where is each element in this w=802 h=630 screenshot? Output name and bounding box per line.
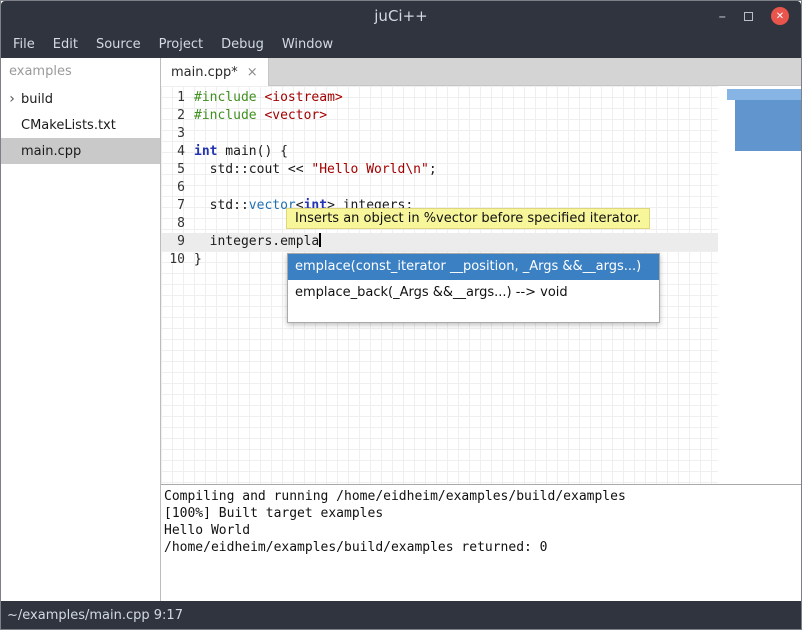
code-line-9[interactable]: 9 integers.empla xyxy=(161,233,718,251)
code-line-5[interactable]: 5 std::cout << "Hello World\n"; xyxy=(161,161,718,179)
chevron-right-icon: › xyxy=(5,91,19,107)
completion-item-0[interactable]: emplace(const_iterator __position, _Args… xyxy=(288,254,659,280)
line-number: 8 xyxy=(161,215,191,233)
code-line-3[interactable]: 3 xyxy=(161,125,718,143)
text-cursor xyxy=(319,233,321,247)
window-controls: – ✕ xyxy=(719,7,790,25)
menu-item-debug[interactable]: Debug xyxy=(212,31,273,58)
sidebar-item-label: build xyxy=(21,92,53,107)
sidebar-item-build[interactable]: ›build xyxy=(1,86,160,112)
close-icon[interactable]: ✕ xyxy=(771,7,789,25)
code-line-text: int main() { xyxy=(191,143,288,161)
output-line: [100%] Built target examples xyxy=(164,505,801,522)
editor-column: main.cpp* × 1#include <iostream>2#includ… xyxy=(161,58,801,601)
status-text: ~/examples/main.cpp 9:17 xyxy=(7,608,183,623)
code-line-text: integers.empla xyxy=(191,233,321,251)
line-number: 3 xyxy=(161,125,191,143)
minimize-icon[interactable]: – xyxy=(719,11,727,21)
scroll-overview-top xyxy=(727,89,801,100)
menu-item-project[interactable]: Project xyxy=(150,31,212,58)
output-line: /home/eidheim/examples/build/examples re… xyxy=(164,539,801,556)
completion-item-1[interactable]: emplace_back(_Args &&__args...) --> void xyxy=(288,280,659,306)
menu-item-file[interactable]: File xyxy=(4,31,44,58)
code-line-text: #include <vector> xyxy=(191,107,327,125)
juci-window: juCi++ – ✕ FileEditSourceProjectDebugWin… xyxy=(0,0,802,630)
code-line-1[interactable]: 1#include <iostream> xyxy=(161,89,718,107)
code-line-2[interactable]: 2#include <vector> xyxy=(161,107,718,125)
line-number: 6 xyxy=(161,179,191,197)
scroll-overview-thumb[interactable] xyxy=(735,100,801,151)
code-line-text xyxy=(191,215,194,233)
sidebar-item-main-cpp[interactable]: main.cpp xyxy=(1,138,160,164)
code-line-4[interactable]: 4int main() { xyxy=(161,143,718,161)
line-number: 2 xyxy=(161,107,191,125)
line-number: 9 xyxy=(161,233,191,251)
code-line-text xyxy=(191,125,194,143)
sidebar-item-list: ›build CMakeLists.txt main.cpp xyxy=(1,86,160,164)
line-number: 5 xyxy=(161,161,191,179)
code-editor[interactable]: 1#include <iostream>2#include <vector>34… xyxy=(161,86,801,484)
titlebar[interactable]: juCi++ – ✕ xyxy=(1,1,801,31)
sidebar-item-label: main.cpp xyxy=(21,144,81,159)
sidebar-item-cmakelists-txt[interactable]: CMakeLists.txt xyxy=(1,112,160,138)
tab-main-cpp[interactable]: main.cpp* × xyxy=(161,58,269,86)
window-title: juCi++ xyxy=(1,7,801,25)
sidebar-item-label: CMakeLists.txt xyxy=(21,118,116,133)
sidebar-header: examples xyxy=(1,58,160,86)
close-tab-icon[interactable]: × xyxy=(247,65,258,80)
completion-popup: emplace(const_iterator __position, _Args… xyxy=(287,253,660,323)
menu-item-source[interactable]: Source xyxy=(87,31,150,58)
main-area: examples ›build CMakeLists.txt main.cpp ma… xyxy=(1,58,801,601)
line-number: 1 xyxy=(161,89,191,107)
output-line: Compiling and running /home/eidheim/exam… xyxy=(164,488,801,505)
code-line-text: std::cout << "Hello World\n"; xyxy=(191,161,437,179)
line-number: 10 xyxy=(161,251,191,269)
menu-item-edit[interactable]: Edit xyxy=(44,31,87,58)
code-line-6[interactable]: 6 xyxy=(161,179,718,197)
code-line-text: #include <iostream> xyxy=(191,89,343,107)
line-number: 4 xyxy=(161,143,191,161)
menubar: FileEditSourceProjectDebugWindow xyxy=(1,31,801,58)
code-line-text xyxy=(191,179,194,197)
line-number: 7 xyxy=(161,197,191,215)
code-line-text: } xyxy=(191,251,202,269)
tab-bar: main.cpp* × xyxy=(161,58,801,86)
status-bar: ~/examples/main.cpp 9:17 xyxy=(1,601,801,629)
scroll-overview-block[interactable] xyxy=(727,89,801,151)
output-panel: Compiling and running /home/eidheim/exam… xyxy=(161,484,801,603)
output-line: Hello World xyxy=(164,522,801,539)
maximize-icon[interactable] xyxy=(744,12,753,21)
file-explorer-sidebar: examples ›build CMakeLists.txt main.cpp xyxy=(1,58,161,601)
maximize-square xyxy=(744,12,753,21)
doc-tooltip: Inserts an object in %vector before spec… xyxy=(286,208,650,229)
menu-item-window[interactable]: Window xyxy=(273,31,342,58)
tab-label: main.cpp* xyxy=(171,65,238,80)
